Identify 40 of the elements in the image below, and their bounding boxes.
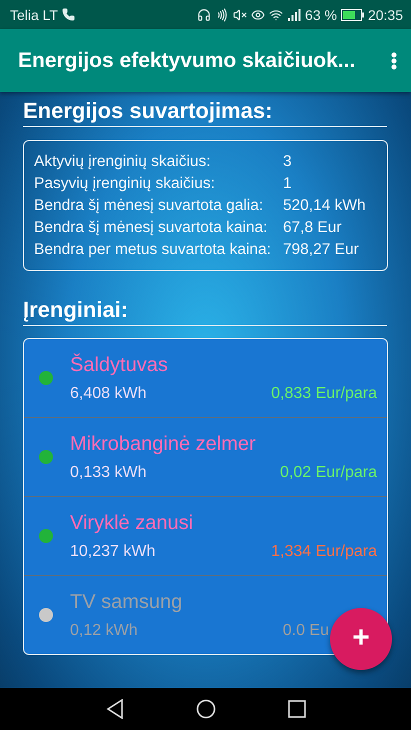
device-name: TV samsung	[70, 590, 184, 614]
menu-button[interactable]	[391, 52, 397, 70]
mute-icon	[233, 8, 248, 22]
section-heading: Energijos suvartojimas:	[23, 98, 387, 127]
device-price: 0,833 Eur/para	[271, 384, 377, 402]
wifi-icon	[269, 8, 284, 22]
summary-label: Bendra šį mėnesį suvartota galia:	[34, 196, 264, 216]
summary-value: 520,14 kWh	[282, 196, 367, 216]
summary-label: Pasyvių įrenginių skaičius:	[34, 174, 216, 194]
phone-icon	[62, 8, 75, 21]
section-heading: Įrenginiai:	[23, 297, 387, 326]
device-energy: 0,12 kWh	[70, 622, 138, 640]
clock-time: 20:35	[368, 6, 403, 22]
summary-value: 3	[282, 152, 293, 172]
summary-label: Bendra per metus suvartota kaina:	[34, 240, 271, 260]
summary-label: Bendra šį mėnesį suvartota kaina:	[34, 218, 268, 238]
device-energy: 0,133 kWh	[70, 464, 146, 482]
device-energy: 10,237 kWh	[70, 542, 156, 560]
battery-percent: 63 %	[305, 6, 337, 22]
summary-value: 798,27 Eur	[282, 240, 360, 260]
recents-icon[interactable]	[288, 700, 306, 718]
home-icon[interactable]	[196, 699, 216, 719]
device-price: 1,334 Eur/para	[271, 542, 377, 560]
summary-label: Aktyvių įrenginių skaičius:	[34, 152, 212, 172]
app-title: Energijos efektyvumo skaičiuok...	[18, 48, 356, 72]
more-icon	[391, 52, 397, 70]
eye-icon	[251, 8, 266, 22]
device-price: 0,02 Eur/para	[280, 464, 377, 482]
back-icon[interactable]	[106, 699, 124, 719]
summary-value: 67,8 Eur	[282, 218, 343, 238]
headphones-icon	[197, 8, 212, 22]
summary-value: 1	[282, 174, 293, 194]
device-name: Viryklė zanusi	[70, 512, 194, 534]
carrier-name: Telia LT	[10, 6, 58, 22]
device-energy: 6,408 kWh	[70, 384, 146, 402]
device-name: Šaldytuvas	[70, 354, 169, 376]
device-price: 0.0 Eu	[282, 622, 329, 640]
signal-icon	[287, 8, 302, 20]
battery-icon	[340, 8, 364, 20]
device-name: Mikrobanginė zelmer	[70, 432, 257, 456]
